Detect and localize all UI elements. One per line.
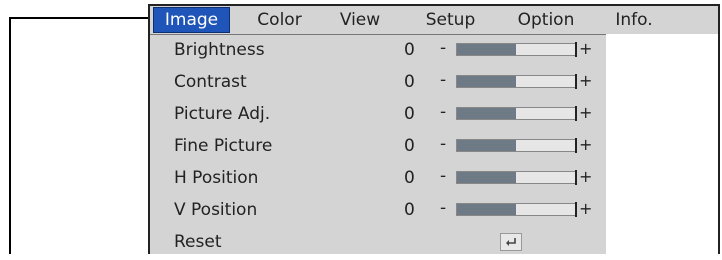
tab-option[interactable]: Option — [501, 8, 591, 32]
brightness-slider-fill — [457, 44, 516, 55]
fine-picture-slider-fill — [457, 140, 516, 151]
h-position-increase-icon[interactable]: + — [579, 167, 592, 186]
h-position-slider[interactable] — [456, 170, 577, 185]
v-position-increase-icon[interactable]: + — [579, 199, 592, 218]
menu-tab-bar: Image Color View Setup Option Info. — [150, 6, 718, 35]
contrast-label: Contrast — [174, 72, 247, 92]
osd-menu: Image Color View Setup Option Info. Brig… — [148, 4, 720, 256]
contrast-slider[interactable] — [456, 74, 577, 89]
callout-line-vertical — [9, 17, 11, 254]
brightness-slider[interactable] — [456, 42, 577, 57]
fine-picture-value: 0 — [404, 136, 415, 156]
image-settings-list: Brightness 0 - + Contrast 0 - + Picture … — [154, 37, 604, 252]
fine-picture-label: Fine Picture — [174, 136, 273, 156]
menu-row-h-position[interactable]: H Position 0 - + — [154, 165, 604, 196]
callout-line-horizontal — [9, 17, 149, 19]
h-position-slider-fill — [457, 172, 516, 183]
tab-setup[interactable]: Setup — [403, 8, 498, 32]
enter-key-icon[interactable] — [500, 233, 522, 251]
fine-picture-decrease-icon[interactable]: - — [440, 134, 446, 154]
v-position-decrease-icon[interactable]: - — [440, 198, 446, 218]
menu-row-reset[interactable]: Reset — [154, 229, 604, 260]
tab-view[interactable]: View — [320, 8, 400, 32]
brightness-decrease-icon[interactable]: - — [440, 38, 446, 58]
slider-end-mark — [575, 170, 577, 185]
picture-adj-increase-icon[interactable]: + — [579, 103, 592, 122]
contrast-slider-fill — [457, 76, 516, 87]
menu-blank-panel — [606, 34, 718, 256]
v-position-slider-fill — [457, 204, 516, 215]
contrast-decrease-icon[interactable]: - — [440, 70, 446, 90]
tab-color[interactable]: Color — [242, 8, 317, 32]
brightness-value: 0 — [404, 40, 415, 60]
fine-picture-increase-icon[interactable]: + — [579, 135, 592, 154]
picture-adj-slider-fill — [457, 108, 516, 119]
slider-end-mark — [575, 42, 577, 57]
slider-end-mark — [575, 202, 577, 217]
slider-end-mark — [575, 138, 577, 153]
menu-row-brightness[interactable]: Brightness 0 - + — [154, 37, 604, 68]
fine-picture-slider[interactable] — [456, 138, 577, 153]
h-position-decrease-icon[interactable]: - — [440, 166, 446, 186]
contrast-increase-icon[interactable]: + — [579, 71, 592, 90]
h-position-label: H Position — [174, 168, 259, 188]
picture-adj-decrease-icon[interactable]: - — [440, 102, 446, 122]
tab-info[interactable]: Info. — [594, 8, 674, 32]
contrast-value: 0 — [404, 72, 415, 92]
picture-adj-slider[interactable] — [456, 106, 577, 121]
brightness-label: Brightness — [174, 40, 265, 60]
menu-row-fine-picture[interactable]: Fine Picture 0 - + — [154, 133, 604, 164]
picture-adj-value: 0 — [404, 104, 415, 124]
menu-row-contrast[interactable]: Contrast 0 - + — [154, 69, 604, 100]
menu-row-v-position[interactable]: V Position 0 - + — [154, 197, 604, 228]
v-position-value: 0 — [404, 200, 415, 220]
slider-end-mark — [575, 106, 577, 121]
reset-label: Reset — [174, 232, 222, 252]
tab-image[interactable]: Image — [153, 7, 230, 33]
brightness-increase-icon[interactable]: + — [579, 39, 592, 58]
slider-end-mark — [575, 74, 577, 89]
v-position-label: V Position — [174, 200, 258, 220]
h-position-value: 0 — [404, 168, 415, 188]
menu-row-picture-adj[interactable]: Picture Adj. 0 - + — [154, 101, 604, 132]
picture-adj-label: Picture Adj. — [174, 104, 271, 124]
v-position-slider[interactable] — [456, 202, 577, 217]
